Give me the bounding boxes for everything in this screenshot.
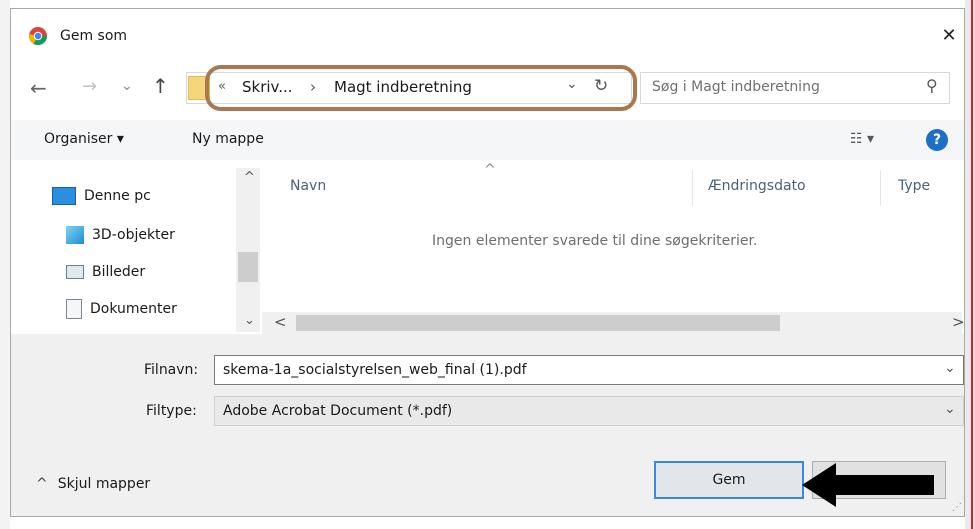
column-divider <box>880 170 881 206</box>
filename-input[interactable]: skema-1a_socialstyrelsen_web_final (1).p… <box>214 355 964 385</box>
chevron-down-icon: ⌄ <box>944 401 956 417</box>
back-button[interactable]: ← <box>30 76 47 100</box>
pictures-icon <box>66 265 84 279</box>
sidebar-item-label: Billeder <box>92 264 146 280</box>
scroll-left-icon[interactable]: < <box>274 313 287 331</box>
column-header-name[interactable]: Navn <box>290 178 326 194</box>
scroll-up-icon[interactable]: ^ <box>244 170 255 185</box>
background-left <box>0 0 10 529</box>
save-button[interactable]: Gem <box>654 461 804 499</box>
chevron-up-icon: ^ <box>36 476 48 492</box>
recent-locations-button[interactable]: ⌄ <box>121 78 133 94</box>
filetype-select[interactable]: Adobe Acrobat Document (*.pdf) <box>214 396 964 426</box>
sidebar-item-label: 3D-objekter <box>92 227 175 243</box>
hide-folders-label: Skjul mapper <box>57 476 151 492</box>
filetype-label: Filtype: <box>146 403 197 419</box>
documents-icon <box>66 299 82 319</box>
background-right <box>965 0 975 529</box>
scroll-right-icon[interactable]: > <box>952 313 965 331</box>
sidebar-scroll-thumb[interactable] <box>238 252 258 282</box>
search-placeholder: Søg i Magt indberetning <box>652 79 820 95</box>
sidebar-item-this-pc[interactable]: Denne pc <box>52 184 151 208</box>
column-divider <box>692 170 693 206</box>
sidebar-item-pictures[interactable]: Billeder <box>66 260 145 284</box>
up-arrow-icon: ↑ <box>152 74 169 98</box>
back-arrow-icon: ← <box>30 76 47 100</box>
chevron-down-icon: ⌄ <box>944 360 956 376</box>
cube-icon <box>66 226 84 244</box>
sidebar-item-documents[interactable]: Dokumenter <box>66 297 177 321</box>
column-header-type[interactable]: Type <box>898 178 930 194</box>
highlight-annotation <box>205 65 637 111</box>
new-folder-button[interactable]: Ny mappe <box>192 131 264 147</box>
close-button[interactable]: ✕ <box>936 22 962 48</box>
empty-list-message: Ingen elementer svarede til dine søgekri… <box>432 233 758 249</box>
window-title: Gem som <box>60 28 128 44</box>
hide-folders-button[interactable]: ^ Skjul mapper <box>36 476 150 492</box>
filetype-value: Adobe Acrobat Document (*.pdf) <box>223 403 453 419</box>
sidebar-scrollbar[interactable] <box>236 168 260 332</box>
filename-value: skema-1a_socialstyrelsen_web_final (1).p… <box>223 362 527 378</box>
close-icon: ✕ <box>941 24 957 46</box>
sidebar-item-label: Dokumenter <box>90 301 177 317</box>
up-button[interactable]: ↑ <box>152 74 169 98</box>
background-red-line <box>971 0 973 529</box>
sidebar-item-3d-objects[interactable]: 3D-objekter <box>66 223 175 247</box>
hscroll-thumb[interactable] <box>296 315 780 331</box>
chrome-app-icon <box>28 26 48 46</box>
view-list-icon: ☷ ▾ <box>850 131 875 147</box>
filename-history-dropdown[interactable]: ⌄ <box>944 360 956 376</box>
filetype-dropdown[interactable]: ⌄ <box>944 401 956 417</box>
forward-arrow-icon: → <box>82 76 98 97</box>
computer-icon <box>52 187 76 205</box>
sort-indicator-icon: ^ <box>484 162 496 178</box>
organise-menu[interactable]: Organiser ▾ <box>44 131 124 147</box>
forward-button[interactable]: → <box>82 76 97 97</box>
resize-grip-icon: ⋰ <box>952 502 962 513</box>
command-bar <box>11 120 964 160</box>
help-icon: ? <box>932 132 942 148</box>
pointer-arrow-annotation <box>802 463 934 507</box>
form-panel <box>11 334 964 444</box>
column-header-date[interactable]: Ændringsdato <box>708 178 806 194</box>
view-options-button[interactable]: ☷ ▾ <box>850 131 874 147</box>
filename-label: Filnavn: <box>144 362 199 378</box>
save-button-label: Gem <box>712 472 746 488</box>
chevron-down-icon: ⌄ <box>121 78 133 94</box>
search-icon[interactable]: ⚲ <box>926 76 938 95</box>
scroll-down-icon[interactable]: ⌄ <box>244 313 255 328</box>
sidebar-item-label: Denne pc <box>84 188 151 204</box>
help-button[interactable]: ? <box>926 129 948 151</box>
